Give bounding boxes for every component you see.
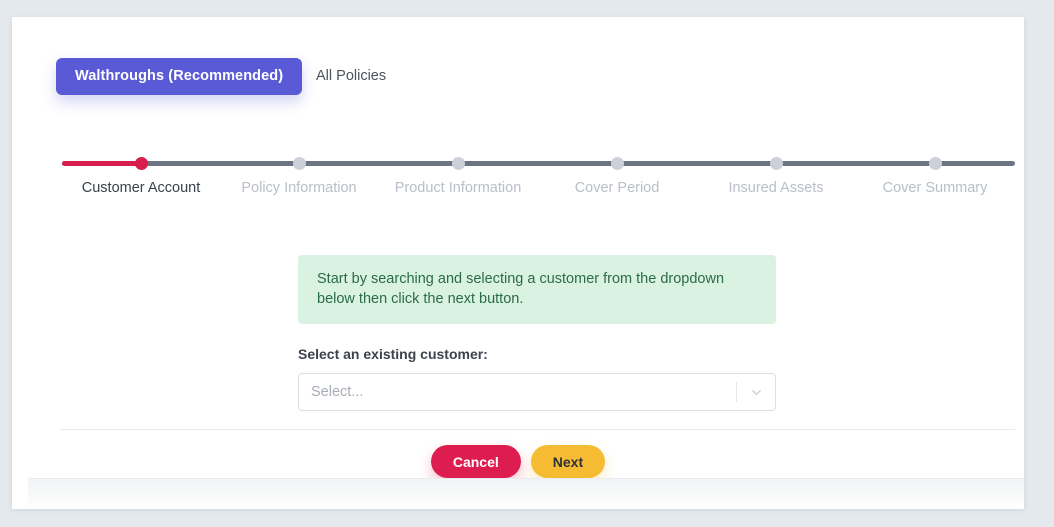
tab-all-policies[interactable]: All Policies <box>299 58 403 95</box>
step-insured-assets[interactable]: Insured Assets <box>686 157 866 196</box>
step-product-information[interactable]: Product Information <box>368 157 548 196</box>
wizard-card: Walthroughs (Recommended) All Policies C… <box>12 17 1024 509</box>
step-customer-account[interactable]: Customer Account <box>51 157 231 196</box>
step-label: Customer Account <box>81 180 201 196</box>
step-dot <box>610 157 624 170</box>
step-dot <box>292 157 306 170</box>
step-cover-summary[interactable]: Cover Summary <box>845 157 1025 196</box>
step-label: Policy Information <box>241 180 357 196</box>
step-dot <box>451 157 465 170</box>
step-label: Product Information <box>394 180 522 196</box>
chevron-down-icon[interactable] <box>737 374 775 410</box>
tab-bar: Walthroughs (Recommended) All Policies <box>44 58 994 114</box>
footer-divider <box>60 429 1015 430</box>
step-dot <box>928 157 942 170</box>
customer-select-label: Select an existing customer: <box>298 346 488 362</box>
cancel-button[interactable]: Cancel <box>430 445 521 478</box>
wizard-stepper: Customer Account Policy Information Prod… <box>62 157 1015 199</box>
customer-select-value[interactable]: Select... <box>299 384 736 400</box>
tab-walkthroughs[interactable]: Walthroughs (Recommended) <box>56 58 303 95</box>
page-root: Walthroughs (Recommended) All Policies C… <box>0 0 1054 527</box>
step-cover-period[interactable]: Cover Period <box>527 157 707 196</box>
next-button[interactable]: Next <box>530 445 606 478</box>
step-dot <box>769 157 783 170</box>
footer-actions: Cancel Next <box>12 445 1024 478</box>
card-footer-panel <box>28 478 1024 509</box>
step-policy-information[interactable]: Policy Information <box>209 157 389 196</box>
customer-select[interactable]: Select... <box>298 373 776 411</box>
step-label: Cover Summary <box>882 180 988 196</box>
instruction-banner: Start by searching and selecting a custo… <box>298 255 776 324</box>
step-label: Cover Period <box>574 180 660 196</box>
wizard-step-content: Start by searching and selecting a custo… <box>298 255 776 411</box>
step-label: Insured Assets <box>728 180 824 196</box>
step-dot-active <box>134 157 148 170</box>
